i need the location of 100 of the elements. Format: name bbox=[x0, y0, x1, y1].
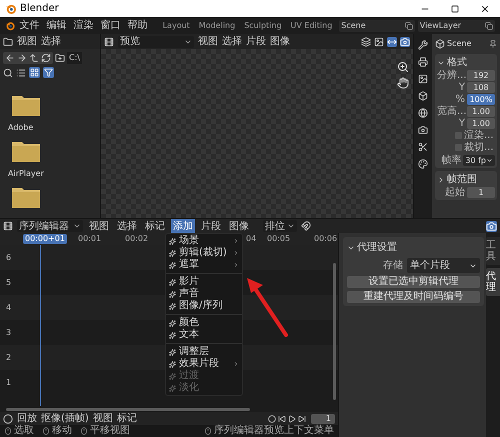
zoom-icon[interactable] bbox=[397, 61, 409, 73]
menu-item[interactable]: 调整层 bbox=[166, 346, 242, 358]
search-icon[interactable] bbox=[3, 68, 13, 78]
workspace-tab[interactable]: Modeling bbox=[194, 18, 240, 32]
number-field[interactable]: 1.00 bbox=[467, 106, 495, 117]
properties-tab-icon[interactable] bbox=[418, 125, 428, 135]
menu-item[interactable]: 视图 bbox=[198, 34, 218, 49]
menu-item[interactable]: 编辑 bbox=[44, 18, 69, 33]
editor-dropdown[interactable]: 序列编辑器 bbox=[17, 220, 83, 232]
overlay-icon[interactable] bbox=[361, 36, 371, 46]
copy-icon[interactable] bbox=[485, 22, 493, 30]
workspace-tab[interactable]: Layout bbox=[158, 18, 194, 32]
menu-item[interactable]: 视图 bbox=[92, 411, 113, 426]
pin-icon[interactable] bbox=[489, 40, 497, 48]
menu-item[interactable]: 视图 bbox=[87, 218, 111, 234]
number-field[interactable]: 1 bbox=[467, 187, 495, 198]
properties-tab-icon[interactable] bbox=[418, 142, 428, 152]
properties-tab-icon[interactable] bbox=[418, 159, 428, 169]
menu-item[interactable]: 视图 bbox=[17, 34, 37, 49]
menu-item[interactable]: 选择 bbox=[222, 34, 242, 49]
view-mode-dropdown[interactable]: 预览 bbox=[118, 36, 194, 48]
storage-dropdown[interactable]: 单个片段 bbox=[407, 258, 480, 273]
menu-item[interactable]: 渲染 bbox=[72, 18, 96, 33]
camera-icon[interactable] bbox=[400, 36, 410, 46]
menu-item[interactable]: 遮罩 bbox=[166, 259, 242, 271]
action-button[interactable]: 重建代理及时间码编号 bbox=[347, 291, 480, 303]
sparkle-icon bbox=[169, 332, 176, 338]
menu-item[interactable]: 选择 bbox=[41, 34, 61, 49]
menu-item[interactable]: 选择 bbox=[115, 218, 139, 234]
copy-icon[interactable] bbox=[404, 22, 413, 30]
properties-tab-icon[interactable] bbox=[418, 57, 428, 67]
camera-icon[interactable] bbox=[486, 220, 497, 232]
number-field[interactable]: 108 bbox=[467, 82, 495, 93]
play-icon[interactable] bbox=[288, 414, 296, 422]
workspace-tab[interactable]: Sculpting bbox=[240, 18, 286, 32]
menu-item[interactable]: 剪辑(裁切) bbox=[166, 247, 242, 259]
panel-title[interactable]: 代理设置 bbox=[357, 240, 397, 255]
number-field[interactable]: 192 bbox=[467, 70, 495, 81]
editor-type-icon[interactable] bbox=[104, 36, 114, 46]
back-icon[interactable] bbox=[5, 53, 15, 63]
display-icon[interactable] bbox=[374, 36, 384, 46]
menu-item[interactable]: 影片 bbox=[166, 276, 242, 288]
horizontal-scrollbar[interactable] bbox=[6, 408, 250, 411]
current-frame-field[interactable]: 1 bbox=[311, 414, 335, 424]
thumbnail-view-icon[interactable] bbox=[30, 68, 39, 77]
jump-start-icon[interactable] bbox=[278, 414, 286, 422]
snap-dropdown[interactable]: 排位 bbox=[263, 220, 297, 232]
menu-item[interactable]: 片段 bbox=[246, 34, 266, 49]
number-field[interactable]: 1.00 bbox=[467, 118, 495, 129]
menu-item[interactable]: 片段 bbox=[199, 218, 223, 234]
editor-type-icon[interactable] bbox=[3, 36, 13, 46]
menu-item[interactable]: 标记 bbox=[143, 218, 167, 234]
properties-tab-icon[interactable] bbox=[418, 91, 428, 101]
editor-type-icon[interactable] bbox=[3, 221, 13, 231]
menu-item[interactable]: 效果片段 bbox=[166, 358, 242, 370]
current-time-marker[interactable]: 00:00+01 bbox=[23, 234, 67, 244]
panel-title[interactable]: 格式 bbox=[447, 55, 467, 70]
new-folder-icon[interactable] bbox=[55, 53, 65, 63]
menu-item[interactable]: 抠像(插帧) bbox=[41, 411, 89, 426]
number-field[interactable]: 100% bbox=[467, 94, 495, 105]
menu-item[interactable]: 颜色 bbox=[166, 317, 242, 329]
folder-icon[interactable] bbox=[12, 186, 40, 208]
menu-item[interactable]: 图像 bbox=[227, 218, 251, 234]
menu-item[interactable]: 窗口 bbox=[98, 18, 123, 33]
forward-icon[interactable] bbox=[17, 53, 27, 63]
list-view-icon[interactable] bbox=[16, 68, 26, 78]
menu-item[interactable]: 文本 bbox=[166, 329, 242, 341]
folder-icon[interactable] bbox=[12, 140, 40, 162]
properties-tab-icon[interactable] bbox=[418, 74, 428, 84]
menu-item[interactable]: 图像/序列 bbox=[166, 300, 242, 312]
frame-rate-dropdown[interactable]: 30 fp bbox=[463, 154, 495, 166]
panel-title[interactable]: 帧范围 bbox=[447, 172, 477, 187]
vertical-scrollbar[interactable] bbox=[333, 263, 336, 400]
jump-end-icon[interactable] bbox=[298, 414, 306, 422]
magnet-icon[interactable] bbox=[301, 221, 311, 231]
scene-selector[interactable]: Scene bbox=[339, 20, 415, 32]
record-icon[interactable] bbox=[268, 414, 276, 422]
menu-item[interactable]: 回放 bbox=[17, 411, 37, 426]
hand-icon[interactable] bbox=[397, 77, 409, 89]
menu-item[interactable]: 帮助 bbox=[126, 18, 150, 33]
properties-tab-icon[interactable] bbox=[418, 108, 428, 118]
timeline-editor-icon[interactable] bbox=[3, 414, 13, 424]
menu-item[interactable]: 图像 bbox=[270, 34, 290, 49]
menu-item[interactable]: 标记 bbox=[116, 411, 137, 426]
menu-item[interactable]: 文件 bbox=[18, 18, 42, 33]
filter-icon[interactable] bbox=[44, 68, 53, 77]
folder-icon[interactable] bbox=[12, 94, 40, 116]
action-button[interactable]: 设置已选中剪辑代理 bbox=[347, 276, 480, 288]
menu-item[interactable]: 场景 bbox=[166, 235, 242, 247]
view-layer-selector[interactable]: ViewLayer bbox=[418, 20, 495, 32]
workspace-tab[interactable]: UV Editing bbox=[286, 18, 336, 32]
path-field[interactable]: C:\ bbox=[67, 52, 82, 64]
menu-item[interactable]: 添加 bbox=[171, 218, 195, 234]
properties-tab-icon[interactable] bbox=[418, 40, 428, 50]
collapsed-chevron-icon[interactable] bbox=[437, 176, 445, 184]
sidebar-tab[interactable]: 工具 bbox=[486, 237, 500, 265]
refresh-icon[interactable] bbox=[41, 53, 51, 63]
sidebar-tab[interactable]: 代理 bbox=[486, 268, 500, 296]
menu-item[interactable]: 声音 bbox=[166, 288, 242, 300]
parent-folder-icon[interactable] bbox=[29, 53, 39, 63]
